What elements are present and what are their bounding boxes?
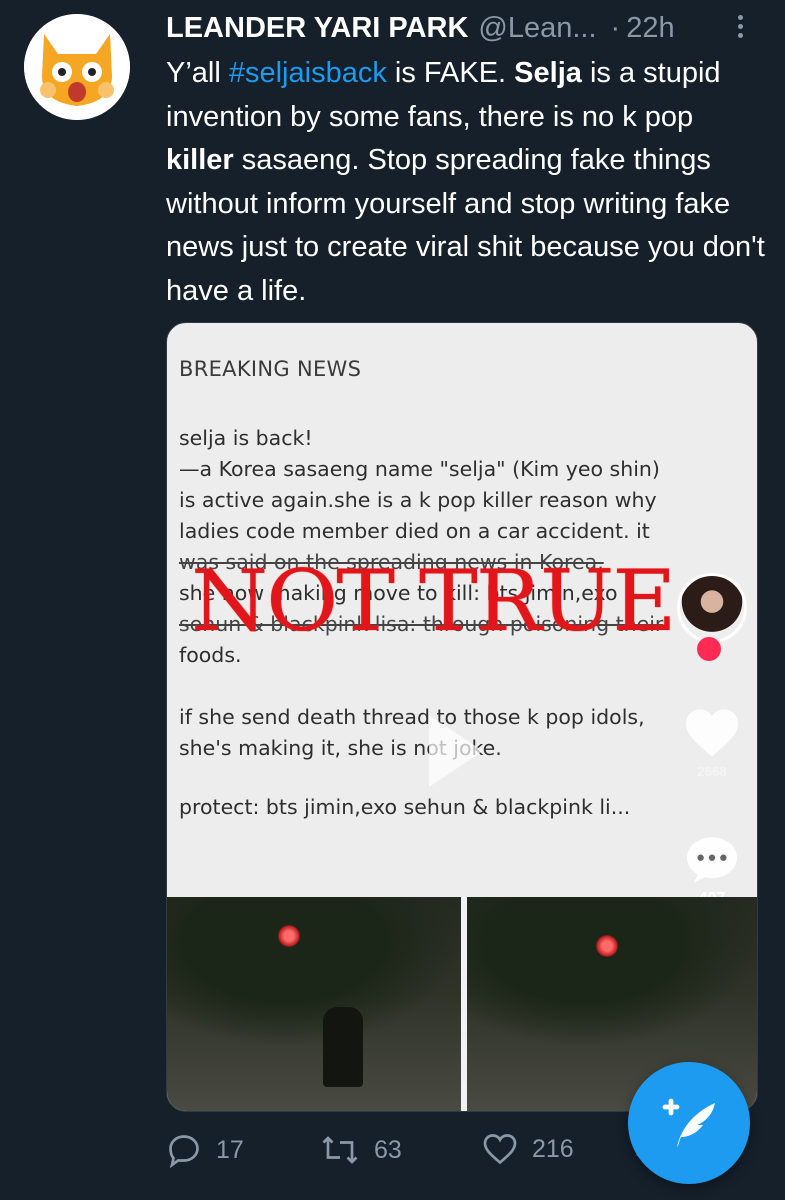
compose-tweet-button[interactable] <box>628 1062 750 1184</box>
hashtag-link[interactable]: #seljaisback <box>229 57 387 89</box>
overlay-like-count: 2668 <box>697 764 727 779</box>
tweet-time[interactable]: 22h <box>626 12 674 45</box>
display-name[interactable]: LEANDER YARI PARK <box>166 12 468 45</box>
news-line: ladies code member died on a car acciden… <box>179 519 650 543</box>
cctv-photo-left <box>167 897 461 1111</box>
tweet-actions: 17 63 216 <box>166 1132 646 1182</box>
retweet-icon <box>322 1136 358 1164</box>
news-line: selja is back! <box>179 426 313 450</box>
not-true-stamp: NOT TRUE <box>191 552 677 650</box>
reply-button[interactable]: 17 <box>166 1132 244 1168</box>
news-line: protect: bts jimin,exo sehun & blackpink… <box>179 795 631 819</box>
user-handle[interactable]: @Lean... <box>478 12 596 45</box>
like-icon <box>483 1134 517 1165</box>
tweet-bold-word: Selja <box>514 57 582 89</box>
overlay-like: 2668 <box>677 707 747 779</box>
reply-icon <box>169 1135 199 1168</box>
comment-icon <box>687 837 737 883</box>
compose-icon <box>662 1098 715 1147</box>
more-icon[interactable] <box>734 12 746 42</box>
news-headline: BREAKING NEWS <box>179 357 362 381</box>
tweet-text-segment: Y’all <box>166 57 229 89</box>
separator-dot: · <box>610 11 621 44</box>
retweet-button[interactable]: 63 <box>320 1132 402 1168</box>
overlay-avatar <box>677 573 747 643</box>
avatar[interactable] <box>24 14 130 120</box>
tweet-media[interactable]: BREAKING NEWS selja is back! —a Korea sa… <box>166 322 758 1112</box>
news-line: is active again.she is a k pop killer re… <box>179 488 657 512</box>
like-count: 216 <box>532 1134 574 1163</box>
heart-icon <box>686 709 738 757</box>
news-line: —a Korea sasaeng name "selja" (Kim yeo s… <box>179 457 660 481</box>
tweet-text: Y’all #seljaisback is FAKE. Selja is a s… <box>166 52 766 313</box>
play-icon[interactable] <box>429 715 483 787</box>
cat-scream-avatar-icon <box>24 14 130 120</box>
tweet-header: LEANDER YARI PARK @Lean... · 22h <box>166 8 766 48</box>
follow-plus-icon <box>697 637 721 661</box>
like-button[interactable]: 216 <box>482 1132 574 1166</box>
retweet-count: 63 <box>374 1135 402 1164</box>
tweet-text-segment: sasaeng. Stop spreading fake things with… <box>166 144 765 307</box>
reply-count: 17 <box>216 1135 244 1164</box>
tweet-bold-word: killer <box>166 144 234 176</box>
tweet-text-segment: is FAKE. <box>386 57 515 89</box>
